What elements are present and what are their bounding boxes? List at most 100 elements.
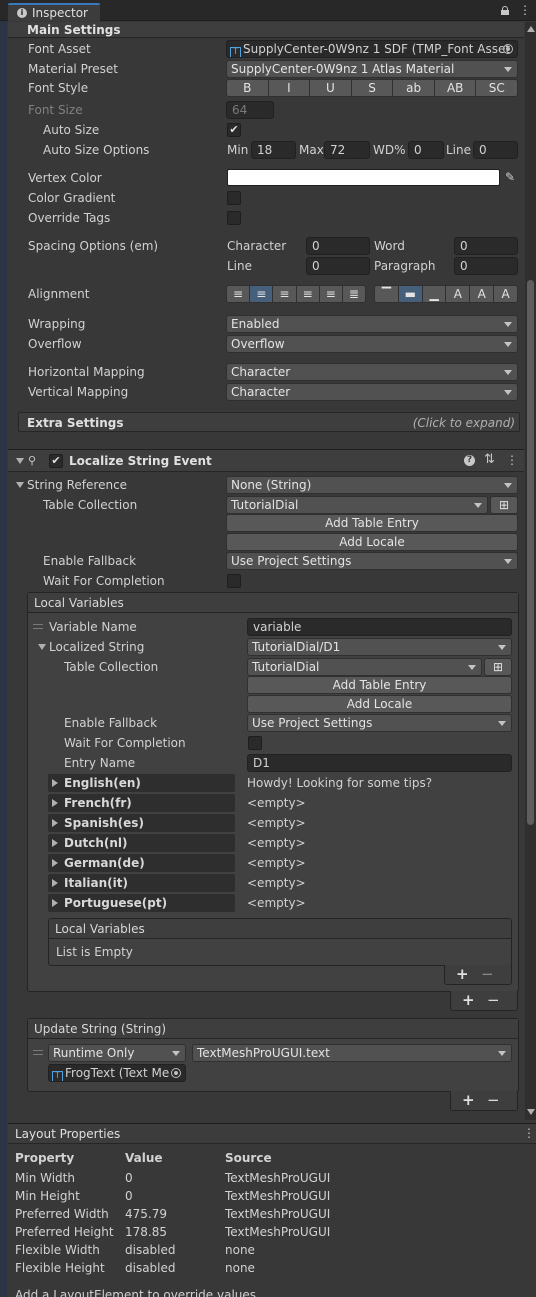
local-variables-list-footer: + − (450, 991, 518, 1011)
spacing-paragraph-field[interactable]: 0 (454, 257, 518, 275)
override-tags-checkbox[interactable] (227, 211, 241, 225)
font-style-bold-button[interactable]: B (227, 80, 269, 96)
wrapping-label: Wrapping (28, 317, 86, 331)
color-gradient-checkbox[interactable] (227, 191, 241, 205)
align-top-icon[interactable]: ▔ (375, 286, 399, 302)
wrapping-dropdown[interactable]: Enabled (226, 315, 518, 333)
align-justify-icon[interactable]: ≡ (296, 286, 320, 302)
foldout-arrow-icon[interactable] (16, 458, 24, 464)
layout-properties-header[interactable]: Layout Properties ⋮ (8, 1123, 536, 1144)
extra-settings-header[interactable]: Extra Settings (Click to expand) (18, 412, 520, 432)
align-middle-icon[interactable]: ▬ (398, 286, 423, 302)
localized-string-label[interactable]: Localized String (38, 639, 144, 655)
auto-size-line-field[interactable]: 0 (473, 141, 518, 159)
horizontal-mapping-dropdown[interactable]: Character (226, 363, 518, 381)
main-settings-header[interactable]: Main Settings (8, 22, 524, 38)
wait-for-completion-checkbox[interactable] (227, 574, 241, 588)
scroll-down-arrow-icon[interactable] (527, 1109, 535, 1115)
add-table-entry-button[interactable]: Add Table Entry (226, 514, 518, 532)
function-dropdown[interactable]: TextMeshProUGUI.text (192, 1044, 512, 1062)
add-item-button[interactable]: + (462, 991, 475, 1009)
drag-handle-icon[interactable] (33, 624, 43, 629)
variable-name-field[interactable]: variable (247, 618, 512, 636)
nested-remove-item-button[interactable]: − (481, 965, 494, 983)
locale-english-foldout[interactable]: English(en) (48, 774, 235, 792)
target-picker-icon[interactable] (171, 1068, 181, 1078)
lock-icon[interactable] (501, 6, 509, 15)
spacing-character-label: Character (227, 239, 287, 253)
align-midline-icon[interactable]: A (470, 286, 495, 302)
string-reference-label[interactable]: String Reference (16, 477, 127, 493)
locale-portuguese-foldout[interactable]: Portuguese(pt) (48, 894, 235, 912)
help-icon[interactable]: ? (464, 455, 475, 466)
kebab-menu-icon[interactable]: ⋮ (519, 4, 531, 16)
nested-add-item-button[interactable]: + (456, 965, 469, 983)
locale-italian-foldout[interactable]: Italian(it) (48, 874, 235, 892)
spacing-options-label: Spacing Options (em) (28, 239, 159, 253)
align-right-icon[interactable]: ≡ (273, 286, 297, 302)
scroll-up-arrow-icon[interactable] (527, 26, 535, 32)
table-collection-dropdown[interactable]: TutorialDial (226, 496, 488, 514)
align-flush-icon[interactable]: ≡ (319, 286, 343, 302)
locale-dutch-foldout[interactable]: Dutch(nl) (48, 834, 235, 852)
table-row-source: TextMeshProUGUI (225, 1189, 331, 1203)
spacing-line-field[interactable]: 0 (306, 257, 370, 275)
font-style-italic-button[interactable]: I (268, 80, 311, 96)
localized-string-foldout-icon[interactable] (38, 644, 46, 650)
align-bottom-icon[interactable]: ▁ (422, 286, 447, 302)
align-baseline-icon[interactable]: A (446, 286, 471, 302)
preset-icon[interactable]: ⇅ (484, 452, 495, 467)
align-left-icon[interactable]: ≡ (227, 286, 251, 302)
nested-enable-fallback-dropdown[interactable]: Use Project Settings (247, 714, 512, 732)
remove-item-button[interactable]: − (487, 991, 500, 1009)
nested-table-collection-tree-button[interactable]: ⊞ (484, 658, 512, 676)
localized-string-dropdown[interactable]: TutorialDial/D1 (247, 638, 512, 656)
align-geometry-icon[interactable]: ≣ (342, 286, 365, 302)
string-reference-foldout-icon[interactable] (16, 482, 24, 488)
spacing-character-field[interactable]: 0 (306, 237, 370, 255)
runtime-mode-dropdown[interactable]: Runtime Only (48, 1044, 186, 1062)
remove-event-button[interactable]: − (487, 1091, 500, 1109)
vertical-mapping-dropdown[interactable]: Character (226, 383, 518, 401)
font-style-uppercase-button[interactable]: AB (434, 80, 477, 96)
font-style-lowercase-button[interactable]: ab (393, 80, 435, 96)
locale-german-foldout[interactable]: German(de) (48, 854, 235, 872)
align-capline-icon[interactable]: A (494, 286, 517, 302)
enable-fallback-dropdown[interactable]: Use Project Settings (226, 552, 518, 570)
event-drag-handle-icon[interactable] (33, 1050, 43, 1055)
nested-table-collection-dropdown[interactable]: TutorialDial (247, 658, 482, 676)
localize-component-header[interactable]: ⚲ ✔ Localize String Event ? ⇅ ⋮ (8, 450, 524, 472)
vertex-color-swatch[interactable] (227, 169, 500, 186)
nested-add-locale-button[interactable]: Add Locale (247, 695, 512, 713)
font-style-underline-button[interactable]: U (310, 80, 352, 96)
layout-menu-icon[interactable]: ⋮ (523, 1126, 535, 1140)
localize-enabled-checkbox[interactable]: ✔ (49, 454, 63, 468)
material-preset-dropdown[interactable]: SupplyCenter-0W9nz 1 Atlas Material (226, 60, 518, 78)
horizontal-mapping-label: Horizontal Mapping (28, 365, 145, 379)
add-event-button[interactable]: + (462, 1091, 475, 1109)
nested-add-table-entry-button[interactable]: Add Table Entry (247, 676, 512, 694)
auto-size-max-field[interactable]: 72 (324, 141, 370, 159)
object-picker-icon[interactable] (503, 44, 513, 54)
font-asset-field[interactable]: T SupplyCenter-0W9nz 1 SDF (TMP_Font Asse… (226, 40, 518, 58)
event-target-field[interactable]: T FrogText (Text Me (48, 1064, 186, 1082)
entry-name-field[interactable]: D1 (247, 754, 512, 772)
component-menu-icon[interactable]: ⋮ (506, 453, 518, 467)
locale-spanish-foldout[interactable]: Spanish(es) (48, 814, 235, 832)
add-locale-button[interactable]: Add Locale (226, 533, 518, 551)
auto-size-min-field[interactable]: 18 (251, 141, 296, 159)
spacing-word-field[interactable]: 0 (454, 237, 518, 255)
string-reference-dropdown[interactable]: None (String) (226, 476, 518, 494)
overflow-dropdown[interactable]: Overflow (226, 335, 518, 353)
font-style-strikethrough-button[interactable]: S (351, 80, 394, 96)
auto-size-checkbox[interactable]: ✔ (227, 123, 241, 137)
font-style-smallcaps-button[interactable]: SC (476, 80, 517, 96)
inspector-tab[interactable]: i Inspector (8, 3, 100, 21)
table-collection-tree-button[interactable]: ⊞ (490, 496, 518, 514)
eyedropper-icon[interactable]: ✎ (503, 170, 517, 185)
align-center-icon[interactable]: ≡ (250, 286, 274, 302)
nested-wait-for-completion-checkbox[interactable] (248, 736, 262, 750)
locale-french-foldout[interactable]: French(fr) (48, 794, 235, 812)
auto-size-wd-field[interactable]: 0 (408, 141, 444, 159)
scrollbar-thumb[interactable] (527, 280, 534, 825)
